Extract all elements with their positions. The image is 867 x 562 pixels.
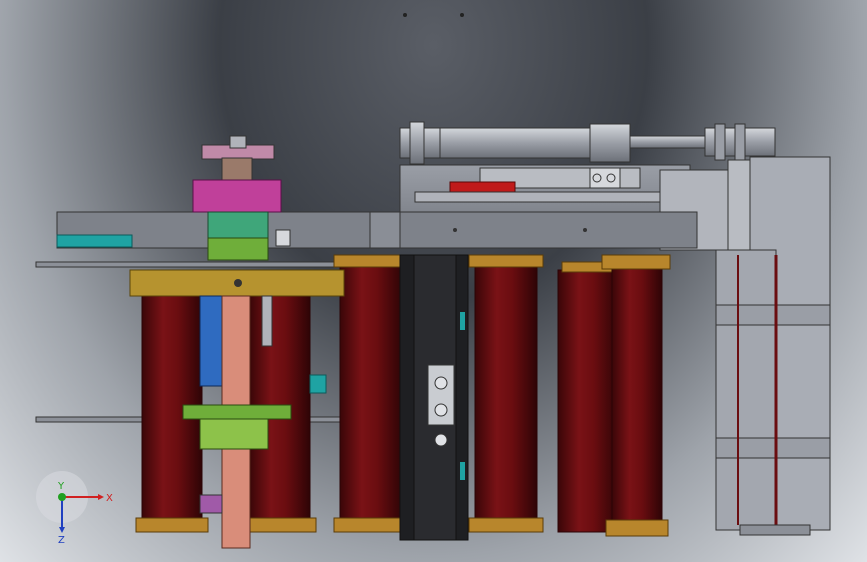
- roller-4[interactable]: [468, 254, 544, 533]
- main-beam[interactable]: [56, 211, 698, 249]
- z-axis-label: Z: [58, 535, 65, 546]
- roller-6[interactable]: [601, 254, 671, 537]
- z-axis-arrowhead: [59, 527, 65, 533]
- marker-dot: [460, 13, 464, 17]
- pneumatic-cylinder[interactable]: [399, 121, 776, 165]
- axis-triad: X Y Z: [36, 471, 113, 546]
- x-axis-arrowhead: [98, 494, 104, 500]
- x-axis-label: X: [106, 493, 113, 504]
- center-plate[interactable]: [399, 254, 469, 541]
- y-axis-dot: [58, 493, 66, 501]
- marker-dot: [403, 13, 407, 17]
- blue-rod: [199, 295, 223, 387]
- teal-connector: [309, 374, 327, 394]
- slide-rail[interactable]: [399, 164, 691, 216]
- roller-5[interactable]: [557, 261, 619, 533]
- teal-plate: [56, 234, 133, 248]
- magenta-collar: [192, 179, 282, 213]
- assembly-model[interactable]: X Y Z: [0, 0, 867, 562]
- cad-viewport[interactable]: X Y Z: [0, 0, 867, 562]
- roller-3[interactable]: [333, 254, 407, 533]
- y-axis-label: Y: [57, 481, 65, 492]
